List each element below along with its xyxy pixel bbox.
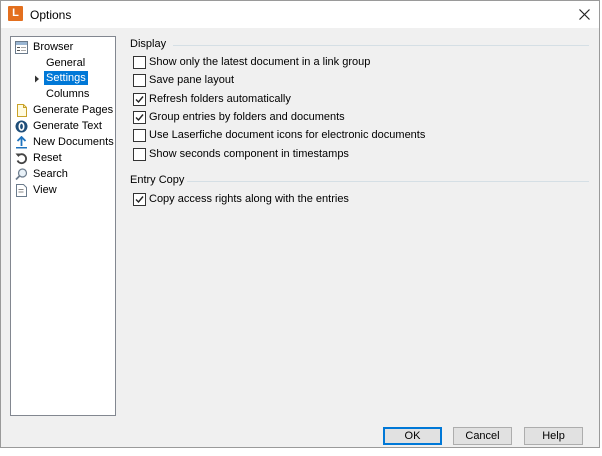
- tree-item-view[interactable]: View: [15, 183, 59, 197]
- view-icon: [16, 183, 27, 197]
- tree-item-reset[interactable]: Reset: [15, 151, 64, 165]
- display-group-title: Display: [130, 38, 167, 50]
- checkbox[interactable]: [133, 192, 146, 206]
- checkbox[interactable]: [133, 147, 146, 161]
- title-bar: L Options: [1, 1, 599, 28]
- tree-item-search[interactable]: Search: [15, 167, 70, 181]
- tree-item-general[interactable]: General: [44, 56, 87, 70]
- tree-item-browser[interactable]: Browser: [15, 40, 75, 54]
- display-group-divider: [173, 45, 589, 46]
- tree-item-label: New Documents: [33, 136, 114, 148]
- browser-icon: [15, 40, 28, 54]
- option-show-latest-link[interactable]: Show only the latest document in a link …: [133, 55, 370, 69]
- cancel-button[interactable]: Cancel: [453, 427, 512, 445]
- tree-item-label: Search: [33, 168, 68, 180]
- option-label: Show only the latest document in a link …: [149, 56, 371, 68]
- tree-item-generate-text[interactable]: Generate Text: [15, 119, 104, 133]
- checkbox[interactable]: [133, 92, 146, 106]
- new-documents-icon: [16, 135, 27, 148]
- option-save-pane-layout[interactable]: Save pane layout: [133, 73, 234, 87]
- checkmark-icon: [135, 195, 144, 203]
- tree-item-columns[interactable]: Columns: [44, 87, 91, 101]
- tree-item-label: Generate Text: [33, 120, 102, 132]
- tree-item-label: Reset: [33, 152, 62, 164]
- settings-panel: Display Show only the latest document in…: [123, 36, 593, 421]
- checkbox[interactable]: [133, 73, 146, 87]
- tree-item-label: Browser: [33, 41, 74, 53]
- option-label: Show seconds component in timestamps: [149, 148, 349, 160]
- checkbox[interactable]: [133, 128, 146, 142]
- option-label: Use Laserfiche document icons for electr…: [149, 129, 426, 141]
- tree-item-settings[interactable]: Settings: [44, 71, 88, 85]
- window-title: Options: [30, 8, 72, 22]
- option-show-seconds[interactable]: Show seconds component in timestamps: [133, 147, 349, 161]
- app-icon: L: [8, 6, 23, 21]
- reset-icon: [15, 152, 27, 164]
- option-refresh-folders[interactable]: Refresh folders automatically: [133, 92, 291, 106]
- tree-item-label: Columns: [46, 88, 90, 100]
- tree-item-label: View: [33, 184, 57, 196]
- option-label: Refresh folders automatically: [149, 93, 291, 105]
- generate-pages-icon: [17, 103, 27, 117]
- option-label: Save pane layout: [149, 74, 235, 86]
- tree-item-new-documents[interactable]: New Documents: [15, 135, 116, 149]
- options-tree[interactable]: Browser General Settings Columns Generat…: [10, 36, 116, 416]
- tree-expander-icon[interactable]: [33, 75, 41, 83]
- option-label: Copy access rights along with the entrie…: [149, 193, 349, 205]
- entry-copy-group-title: Entry Copy: [130, 174, 185, 186]
- checkmark-icon: [135, 113, 144, 121]
- option-group-entries[interactable]: Group entries by folders and documents: [133, 110, 345, 124]
- close-icon: [578, 9, 590, 20]
- option-copy-access-rights[interactable]: Copy access rights along with the entrie…: [133, 192, 349, 206]
- tree-item-label: General: [46, 57, 86, 69]
- checkbox[interactable]: [133, 55, 146, 69]
- ok-button[interactable]: OK: [383, 427, 442, 445]
- checkmark-icon: [135, 95, 144, 103]
- checkbox[interactable]: [133, 110, 146, 124]
- generate-text-icon: [15, 120, 28, 132]
- tree-item-label: Settings: [44, 71, 88, 85]
- tree-item-label: Generate Pages: [33, 104, 114, 116]
- entry-copy-group-divider: [187, 181, 589, 182]
- help-button[interactable]: Help: [524, 427, 583, 445]
- option-label: Group entries by folders and documents: [149, 111, 345, 123]
- search-icon: [15, 167, 28, 180]
- close-button[interactable]: [569, 1, 599, 28]
- tree-item-generate-pages[interactable]: Generate Pages: [15, 103, 115, 117]
- option-laserfiche-icons[interactable]: Use Laserfiche document icons for electr…: [133, 128, 425, 142]
- options-dialog: L Options Browser General Settings Colum…: [0, 0, 600, 448]
